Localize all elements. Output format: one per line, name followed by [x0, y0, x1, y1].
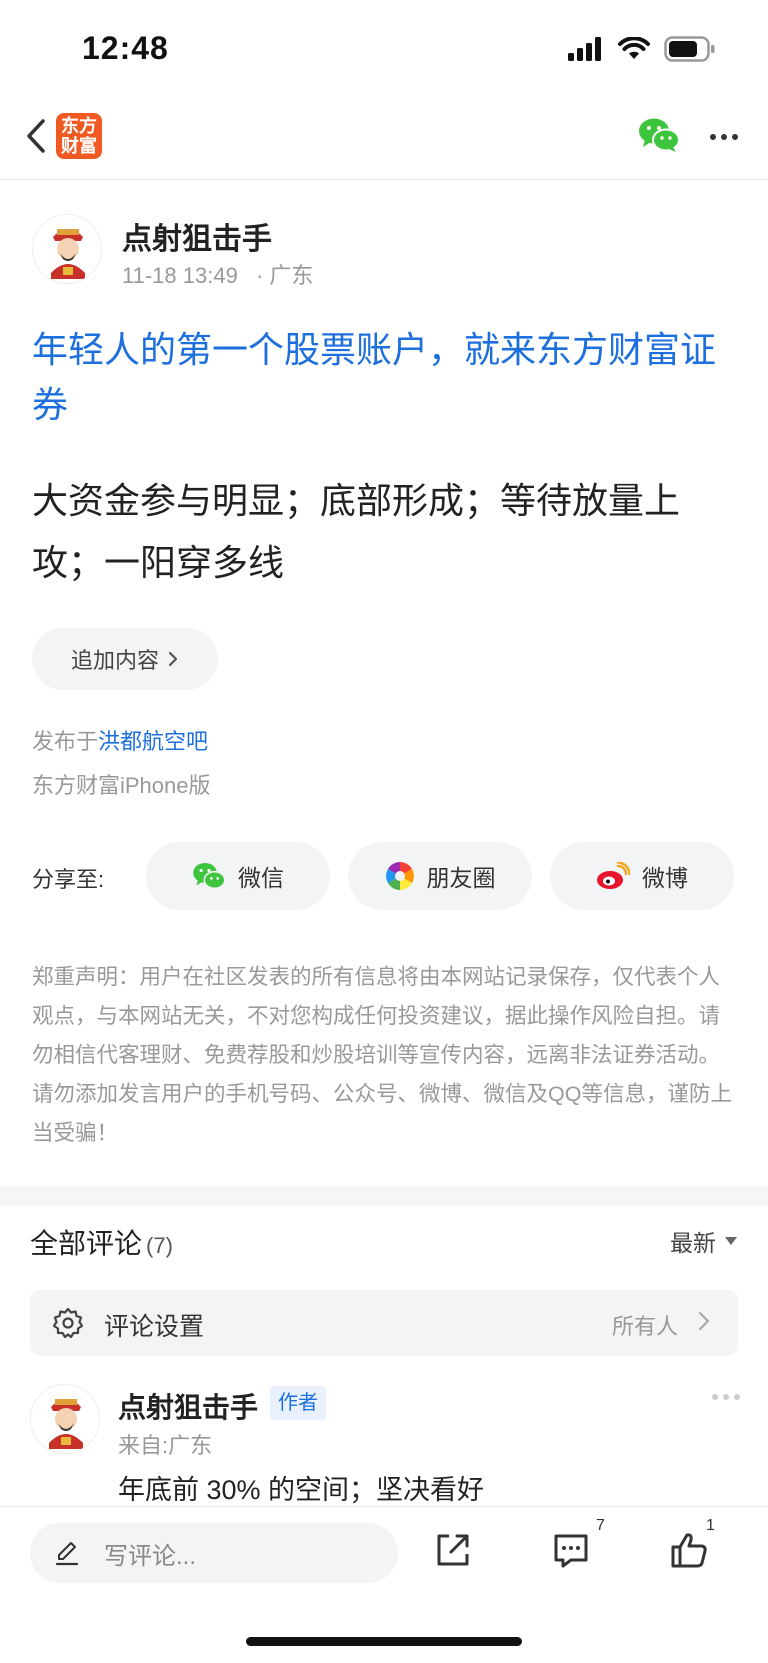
comment-author[interactable]: 点射狙击手 — [118, 1386, 258, 1426]
comment-icon — [554, 1534, 588, 1568]
comment-settings-row[interactable]: 评论设置 所有人 — [30, 1290, 738, 1356]
author-badge: 作者 — [270, 1386, 326, 1420]
avatar[interactable] — [32, 214, 102, 284]
app-logo[interactable]: 东方财富 — [56, 113, 102, 159]
post-meta: 11-18 13:49 · 广东 — [122, 258, 313, 290]
section-divider — [0, 1186, 768, 1206]
chevron-left-icon — [27, 119, 45, 153]
gear-icon — [52, 1307, 84, 1339]
wifi-icon — [618, 37, 650, 59]
avatar[interactable] — [30, 1384, 100, 1454]
chevron-right-icon — [168, 651, 178, 667]
share-wechat-label: 微信 — [238, 865, 284, 891]
share-weibo-label: 微博 — [642, 865, 688, 891]
more-icon — [710, 134, 716, 140]
comment-item: 点射狙击手 作者 来自:广东 年底前 30% 的空间；坚决看好 — [30, 1384, 740, 1505]
more-options-button[interactable] — [704, 122, 744, 152]
comment-count: 7 — [596, 1517, 605, 1534]
share-label: 分享至: — [32, 867, 105, 892]
avatar-image — [31, 1385, 99, 1453]
back-button[interactable] — [16, 114, 56, 158]
post-title[interactable]: 年轻人的第一个股票账户，就来东方财富证券 — [32, 322, 732, 432]
signal-icon — [568, 37, 601, 61]
pencil-icon — [55, 1542, 79, 1566]
comment-input-placeholder: 写评论... — [104, 1542, 197, 1570]
weibo-icon — [597, 862, 630, 889]
client-info: 东方财富iPhone版 — [32, 773, 211, 798]
like-count: 1 — [706, 1517, 715, 1534]
share-weibo-button[interactable]: 微博 — [550, 842, 734, 910]
status-bar: 12:48 — [0, 0, 768, 100]
sort-dropdown[interactable]: 最新 — [670, 1224, 738, 1258]
comment-more-button[interactable] — [712, 1394, 740, 1400]
battery-icon — [664, 36, 715, 62]
comments-count: (7) — [146, 1233, 173, 1258]
posted-in-prefix: 发布于 — [32, 729, 99, 754]
author-name[interactable]: 点射狙击手 — [122, 214, 272, 258]
bottom-toolbar: 写评论... 7 1 — [0, 1506, 768, 1663]
append-content-button[interactable]: 追加内容 — [32, 628, 218, 690]
disclaimer: 郑重声明：用户在社区发表的所有信息将由本网站记录保存，仅代表个人观点，与本网站无… — [32, 965, 732, 1145]
share-button[interactable] — [428, 1525, 478, 1575]
nav-bar: 东方财富 — [0, 100, 768, 180]
home-indicator — [246, 1637, 522, 1646]
status-icons — [568, 36, 716, 62]
forum-link[interactable]: 洪都航空吧 — [98, 729, 208, 754]
caret-down-icon — [725, 1237, 737, 1245]
append-content-label: 追加内容 — [70, 648, 159, 673]
comment-location: 来自:广东 — [118, 1433, 213, 1458]
post-date: 11-18 13:49 — [122, 263, 238, 288]
comments-header: 全部评论 (7) 最新 — [30, 1222, 738, 1262]
wechat-icon — [193, 862, 226, 890]
comment-input[interactable]: 写评论... — [30, 1523, 398, 1583]
comment-text: 年底前 30% 的空间；坚决看好 — [118, 1475, 485, 1505]
thumbs-up-icon — [671, 1533, 707, 1568]
comments-title-text: 全部评论 — [30, 1228, 143, 1259]
app-logo-text: 东方财富 — [61, 116, 97, 156]
comments-title: 全部评论 (7) — [30, 1222, 173, 1262]
moments-icon — [385, 862, 414, 890]
chevron-right-icon — [698, 1311, 710, 1331]
comments-button[interactable] — [546, 1525, 596, 1575]
more-icon — [712, 1394, 718, 1400]
share-icon — [437, 1534, 469, 1566]
share-row: 分享至: 微信 朋友圈 微博 — [32, 842, 742, 912]
status-time: 12:48 — [82, 30, 169, 66]
comment-settings-value: 所有人 — [611, 1314, 678, 1339]
post-body: 大资金参与明显；底部形成；等待放量上攻；一阳穿多线 — [32, 480, 681, 583]
posted-in: 发布于洪都航空吧 — [32, 724, 208, 756]
post-author: 点射狙击手 11-18 13:49 · 广东 — [32, 210, 732, 290]
sort-label: 最新 — [670, 1230, 716, 1256]
wechat-icon — [639, 118, 680, 152]
avatar-image — [33, 215, 101, 283]
post-location: · 广东 — [255, 263, 314, 288]
share-moments-button[interactable]: 朋友圈 — [348, 842, 532, 910]
share-moments-label: 朋友圈 — [426, 865, 496, 891]
wechat-share-button[interactable] — [638, 116, 680, 156]
share-wechat-button[interactable]: 微信 — [146, 842, 330, 910]
comment-settings-label: 评论设置 — [104, 1313, 205, 1341]
